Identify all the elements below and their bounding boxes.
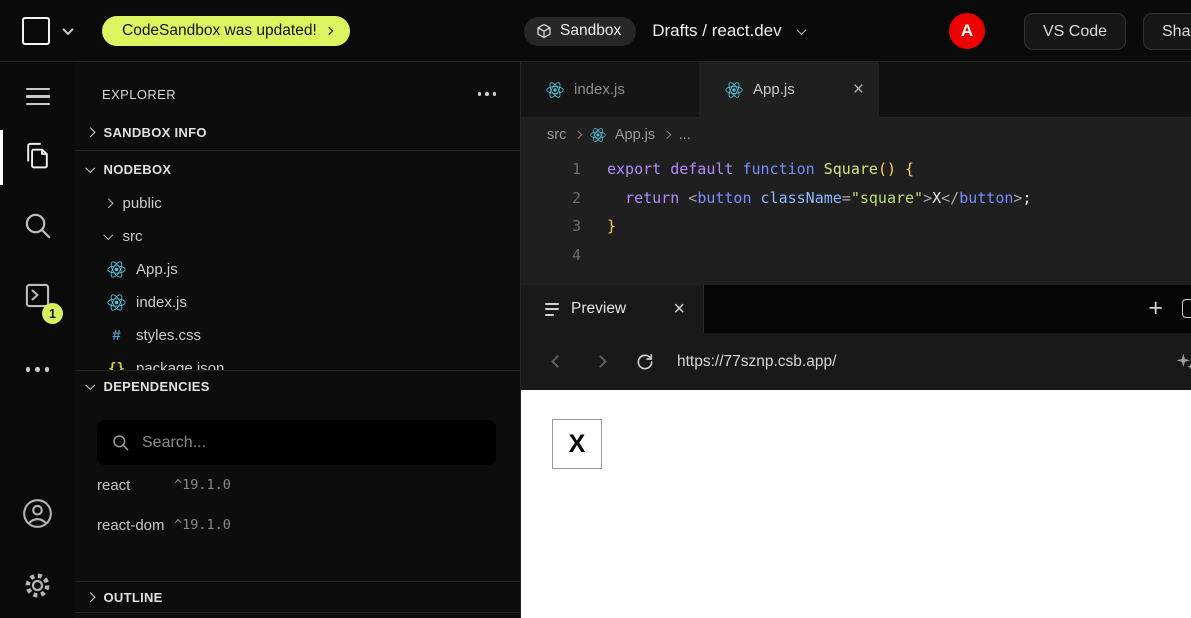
search-view-button[interactable] <box>0 210 75 241</box>
tab-app-js[interactable]: App.js × <box>700 62 879 118</box>
sparkle-icon[interactable] <box>1175 352 1191 372</box>
section-outline[interactable]: OUTLINE <box>75 582 520 612</box>
chevron-right-icon <box>86 592 95 601</box>
search-icon <box>22 210 53 241</box>
dependency-search-input[interactable] <box>97 420 496 465</box>
chevron-down-icon <box>86 380 95 389</box>
chevron-right-icon <box>325 27 333 35</box>
dependency-react-dom[interactable]: react-dom ^19.1.0 <box>75 505 520 545</box>
breadcrumb-folder[interactable]: src <box>547 127 566 143</box>
settings-button[interactable] <box>0 569 75 602</box>
search-icon <box>111 433 130 457</box>
preview-url[interactable]: https://77sznp.csb.app/ <box>677 353 836 371</box>
react-icon <box>546 81 564 99</box>
folder-src[interactable]: src <box>75 220 520 253</box>
vscode-button[interactable]: VS Code <box>1024 13 1126 50</box>
editor-panel: index.js App.js × src App.js ... 1export… <box>521 62 1191 618</box>
share-button[interactable]: Share <box>1143 13 1191 50</box>
activity-bar: 1 <box>0 62 75 618</box>
chevron-right-icon <box>574 131 582 139</box>
cube-icon <box>536 23 552 39</box>
split-view-button[interactable] <box>1182 299 1191 318</box>
codesandbox-window: CodeSandbox was updated! Sandbox Drafts … <box>0 0 1191 618</box>
account-icon <box>21 497 54 530</box>
file-index-js[interactable]: index.js <box>75 286 520 319</box>
file-app-js[interactable]: App.js <box>75 253 520 286</box>
chevron-down-icon <box>104 230 113 239</box>
explorer-more-button[interactable] <box>478 92 497 96</box>
preview-list-icon <box>545 303 559 316</box>
add-tab-button[interactable]: + <box>1148 296 1163 321</box>
terminal-count-badge: 1 <box>42 303 63 324</box>
explorer-title: EXPLORER <box>102 87 176 102</box>
preview-viewport: X <box>521 390 1191 618</box>
editor-breadcrumb: src App.js ... <box>521 118 1191 152</box>
more-views-button[interactable] <box>0 367 75 372</box>
chevron-right-icon <box>663 131 671 139</box>
preview-tab-bar: Preview × + <box>521 285 1191 333</box>
files-icon <box>22 140 53 171</box>
project-breadcrumb[interactable]: Drafts / react.dev <box>652 21 781 41</box>
back-button[interactable] <box>551 355 564 368</box>
preview-url-bar: https://77sznp.csb.app/ <box>521 333 1191 390</box>
forward-button[interactable] <box>594 355 607 368</box>
react-icon <box>106 260 127 279</box>
react-icon <box>106 293 127 312</box>
section-sandbox-info[interactable]: SANDBOX INFO <box>75 114 520 150</box>
chevron-right-icon <box>104 199 113 208</box>
breadcrumb-file[interactable]: App.js <box>615 127 655 143</box>
react-icon <box>725 81 743 99</box>
project-menu-chevron-icon[interactable] <box>796 25 806 35</box>
sandbox-type-badge[interactable]: Sandbox <box>524 17 636 46</box>
top-bar: CodeSandbox was updated! Sandbox Drafts … <box>0 0 1191 62</box>
tab-index-js[interactable]: index.js <box>521 62 700 117</box>
square-button[interactable]: X <box>552 419 602 469</box>
file-styles-css[interactable]: # styles.css <box>75 319 520 352</box>
dependency-react[interactable]: react ^19.1.0 <box>75 465 520 505</box>
account-button[interactable] <box>0 497 75 530</box>
terminal-view-button[interactable]: 1 <box>0 280 75 316</box>
close-tab-icon[interactable]: × <box>853 80 864 99</box>
chevron-right-icon <box>86 127 95 136</box>
explorer-sidebar: EXPLORER SANDBOX INFO NODEBOX public src <box>75 62 521 618</box>
preview-tab[interactable]: Preview × <box>521 285 704 333</box>
section-nodebox[interactable]: NODEBOX <box>75 151 520 187</box>
breadcrumb-symbol[interactable]: ... <box>679 127 691 143</box>
json-icon: {} <box>106 361 127 371</box>
close-preview-icon[interactable]: × <box>673 299 685 319</box>
css-icon: # <box>106 327 127 344</box>
code-lines: 1export default function Square() {2 ret… <box>521 155 1191 269</box>
refresh-icon[interactable] <box>635 352 655 372</box>
folder-public[interactable]: public <box>75 187 520 220</box>
code-editor[interactable]: 1export default function Square() {2 ret… <box>521 152 1191 285</box>
chevron-down-icon <box>86 163 95 172</box>
files-view-button[interactable] <box>0 140 75 171</box>
user-avatar[interactable]: A <box>949 13 985 49</box>
workspace-menu-chevron-icon[interactable] <box>62 24 73 35</box>
gear-icon <box>21 569 54 602</box>
hamburger-icon <box>26 88 50 105</box>
codesandbox-logo[interactable] <box>22 17 50 45</box>
section-dependencies[interactable]: DEPENDENCIES <box>75 371 520 401</box>
update-banner-label: CodeSandbox was updated! <box>122 22 317 40</box>
sandbox-badge-label: Sandbox <box>560 22 621 40</box>
editor-tab-bar: index.js App.js × <box>521 62 1191 118</box>
update-banner-button[interactable]: CodeSandbox was updated! <box>102 16 350 46</box>
menu-button[interactable] <box>0 88 75 105</box>
react-icon <box>590 127 606 143</box>
ellipsis-icon <box>26 367 50 372</box>
file-package-json[interactable]: {} package.json <box>75 352 520 370</box>
